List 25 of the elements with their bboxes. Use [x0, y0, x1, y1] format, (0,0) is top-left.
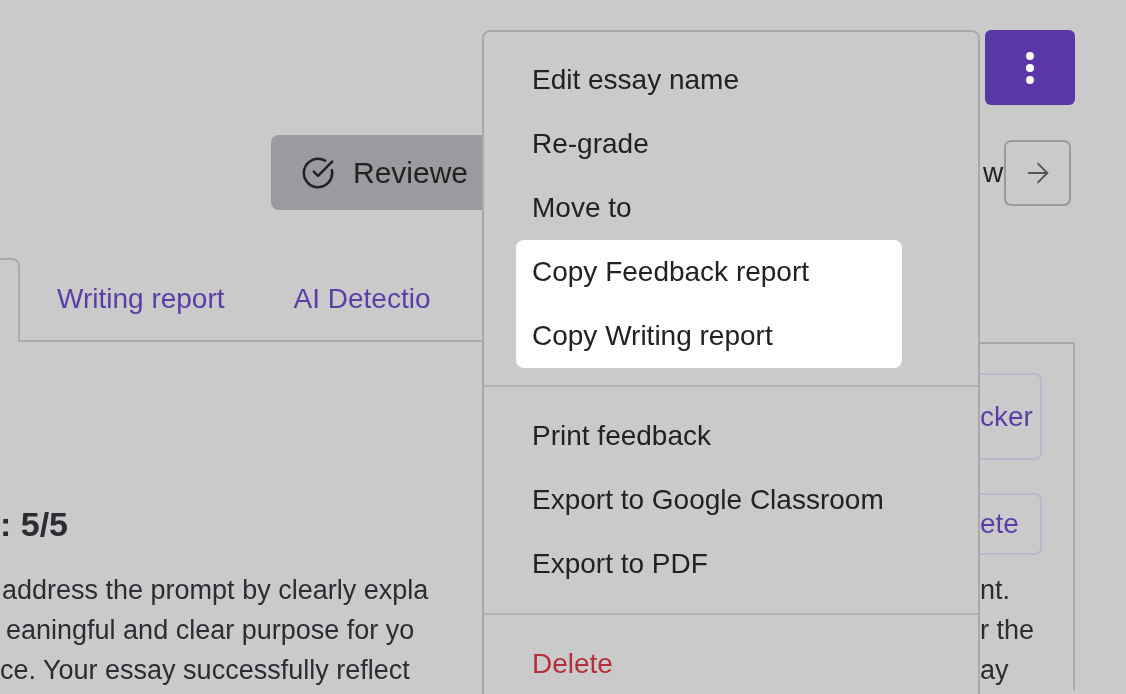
feedback-text: nt.	[980, 574, 1011, 607]
menu-item[interactable]: Export to PDF	[516, 532, 902, 596]
feedback-text: address the prompt by clearly expla	[2, 574, 429, 607]
menu-item[interactable]: Copy Writing report	[516, 304, 902, 368]
next-label: w	[983, 156, 1003, 189]
score-heading: : 5/5	[0, 504, 69, 544]
menu-item[interactable]: Print feedback	[516, 404, 902, 468]
tab[interactable]: Writing report	[20, 258, 225, 342]
menu-item[interactable]: Copy Feedback report	[516, 240, 902, 304]
reviewed-button[interactable]: Reviewe	[271, 135, 482, 210]
more-icon	[1025, 50, 1035, 85]
feedback-text: eaningful and clear purpose for yo	[6, 614, 415, 647]
menu-item[interactable]: Edit essay name	[516, 48, 902, 112]
menu-item[interactable]: Export to Google Classroom	[516, 468, 902, 532]
tab[interactable]	[0, 258, 20, 342]
feedback-text: ce. Your essay successfully reflect	[0, 654, 410, 687]
next-button[interactable]	[1004, 139, 1071, 206]
menu-item[interactable]: Move to	[516, 176, 902, 240]
more-button[interactable]	[985, 30, 1075, 105]
menu-item[interactable]: Delete	[516, 632, 902, 694]
feedback-text: ay	[980, 654, 1009, 687]
menu-item[interactable]: Re-grade	[516, 112, 902, 176]
feedback-text: r the	[980, 614, 1035, 647]
check-circle-icon	[301, 155, 335, 190]
tab[interactable]: AI Detectio	[224, 258, 431, 342]
